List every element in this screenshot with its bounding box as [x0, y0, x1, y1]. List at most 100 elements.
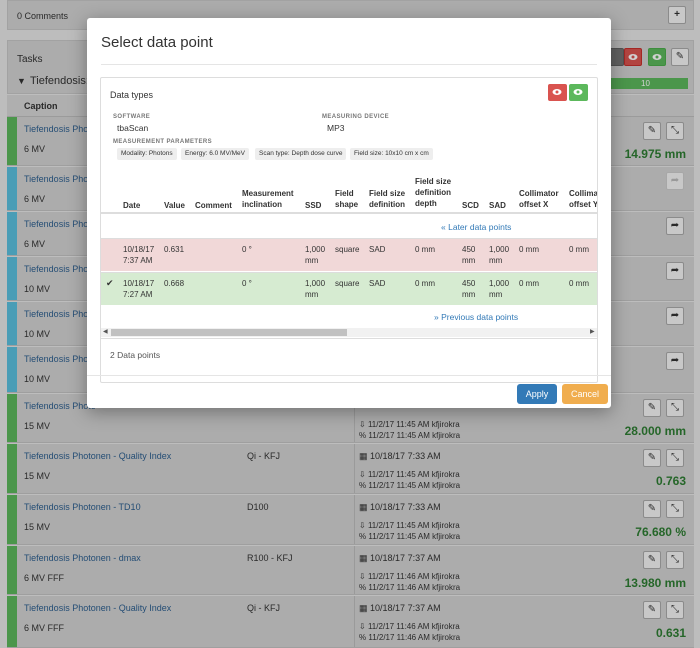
dp-scd-value: 450: [462, 279, 476, 288]
dp-ssd-value: 1,000: [305, 279, 326, 288]
eye-icon: [573, 89, 583, 95]
show-data-type-button[interactable]: [569, 84, 588, 101]
modal-footer-divider: [87, 375, 611, 376]
dp-date-day: 10/18/17: [123, 279, 155, 288]
dp-scd-value: 450: [462, 245, 476, 254]
dp-date: 10/18/17 7:27 AM: [123, 278, 154, 300]
software-value: tbaScan: [117, 123, 149, 133]
dp-collimator-y: 0 mm: [569, 245, 589, 254]
panel-footer-divider: [101, 338, 597, 339]
col-value: Value: [164, 201, 185, 210]
col-inclination-line1: Measurement: [242, 189, 294, 198]
col-inclination: Measurement inclination: [242, 188, 294, 210]
previous-data-points-row: » Previous data points: [101, 306, 597, 328]
col-collimator-x: Collimator offset X: [519, 188, 559, 210]
later-data-points-link[interactable]: « Later data points: [441, 222, 511, 232]
col-field-shape-line1: Field: [335, 189, 354, 198]
col-inclination-line2: inclination: [242, 200, 282, 209]
col-scd: SCD: [462, 201, 479, 210]
dp-collimator-x: 0 mm: [519, 279, 539, 288]
col-fs-definition-line2: definition: [369, 200, 405, 209]
scroll-left-arrow[interactable]: ◀: [103, 328, 108, 337]
col-fs-depth-line1: Field size: [415, 177, 452, 186]
col-fs-depth-line2: definition: [415, 188, 451, 197]
dp-ssd-unit: mm: [305, 290, 319, 299]
dp-date-day: 10/18/17: [123, 245, 155, 254]
dp-ssd-unit: mm: [305, 256, 319, 265]
dp-inclination: 0 °: [242, 245, 252, 254]
dp-scd: 450 mm: [462, 278, 475, 300]
col-field-shape-line2: shape: [335, 200, 359, 209]
eye-icon: [552, 89, 562, 95]
col-fs-depth-line3: depth: [415, 199, 437, 208]
col-collimator-y: Collima offset Y: [569, 188, 598, 210]
dp-ssd-value: 1,000: [305, 245, 326, 254]
previous-data-points-text: Previous data points: [441, 312, 519, 322]
dp-sad-value: 1,000: [489, 279, 510, 288]
modal-header-divider: [101, 64, 597, 65]
table-header: Date Value Comment Measurement inclinatio…: [101, 174, 598, 214]
col-sad: SAD: [489, 201, 506, 210]
data-types-panel: Data types SOFTWARE tbaScan MEASURING DE…: [100, 77, 598, 383]
selected-check-icon: ✔: [106, 278, 114, 288]
horizontal-scrollbar[interactable]: ◀ ▶: [101, 328, 597, 337]
col-date: Date: [123, 201, 141, 210]
data-types-title: Data types: [110, 90, 154, 100]
dp-fs-definition: SAD: [369, 279, 386, 288]
hide-data-type-button[interactable]: [548, 84, 567, 101]
later-data-points-text: Later data points: [448, 222, 512, 232]
scrollbar-thumb[interactable]: [111, 329, 347, 336]
dp-date: 10/18/17 7:37 AM: [123, 244, 154, 266]
dp-collimator-x: 0 mm: [519, 245, 539, 254]
apply-button[interactable]: Apply: [517, 384, 557, 404]
col-fs-definition-line1: Field size: [369, 189, 406, 198]
dp-date-time: 7:37 AM: [123, 256, 153, 265]
dp-value: 0.668: [164, 279, 185, 288]
cancel-button[interactable]: Cancel: [562, 384, 608, 404]
modal-title: Select data point: [101, 34, 213, 51]
param-tag: Scan type: Depth dose curve: [255, 148, 347, 160]
dp-sad-unit: mm: [489, 290, 503, 299]
col-fs-depth: Field size definition depth: [415, 176, 451, 209]
dp-ssd: 1,000 mm: [305, 278, 325, 300]
select-data-point-modal: Select data point Data types SOFTWARE tb…: [87, 18, 611, 408]
data-point-row[interactable]: 10/18/17 7:37 AM 0.631 0 ° 1,000 mm square SAD 0…: [101, 238, 597, 271]
col-field-shape: Field shape: [335, 188, 358, 210]
data-points-count: 2 Data points: [110, 350, 161, 360]
param-tag: Energy: 6.0 MV/MeV: [181, 148, 249, 160]
dp-scd-unit: mm: [462, 290, 476, 299]
dp-shape: square: [335, 279, 360, 288]
dp-date-time: 7:27 AM: [123, 290, 153, 299]
software-label: SOFTWARE: [113, 114, 151, 120]
device-value: MP3: [327, 123, 345, 133]
dp-value: 0.631: [164, 245, 185, 254]
param-tag: Modality: Photons: [117, 148, 177, 160]
dp-sad: 1,000 mm: [489, 244, 509, 266]
col-collimator-x-line2: offset X: [519, 200, 549, 209]
col-comment: Comment: [195, 201, 232, 210]
col-collimator-x-line1: Collimator: [519, 189, 559, 198]
col-collimator-y-line1: Collima: [569, 189, 598, 198]
device-label: MEASURING DEVICE: [322, 114, 390, 120]
dp-shape: square: [335, 245, 360, 254]
dp-fs-depth: 0 mm: [415, 279, 435, 288]
scroll-right-arrow[interactable]: ▶: [590, 328, 595, 337]
col-ssd: SSD: [305, 201, 322, 210]
dp-fs-depth: 0 mm: [415, 245, 435, 254]
param-tag: Field size: 10x10 cm x cm: [350, 148, 433, 160]
dp-ssd: 1,000 mm: [305, 244, 325, 266]
dp-inclination: 0 °: [242, 279, 252, 288]
data-point-row[interactable]: ✔ 10/18/17 7:27 AM 0.668 0 ° 1,000 mm square SAD…: [101, 272, 597, 305]
double-chevron-down-icon: »: [434, 312, 439, 322]
double-chevron-up-icon: «: [441, 222, 446, 232]
params-label: MEASUREMENT PARAMETERS: [113, 139, 213, 145]
previous-data-points-link[interactable]: » Previous data points: [434, 312, 518, 322]
dp-fs-definition: SAD: [369, 245, 386, 254]
col-collimator-y-line2: offset Y: [569, 200, 598, 209]
dp-scd: 450 mm: [462, 244, 475, 266]
later-data-points-row: « Later data points: [101, 216, 597, 238]
col-fs-definition: Field size definition: [369, 188, 405, 210]
dp-sad: 1,000 mm: [489, 278, 509, 300]
dp-sad-unit: mm: [489, 256, 503, 265]
dp-sad-value: 1,000: [489, 245, 510, 254]
